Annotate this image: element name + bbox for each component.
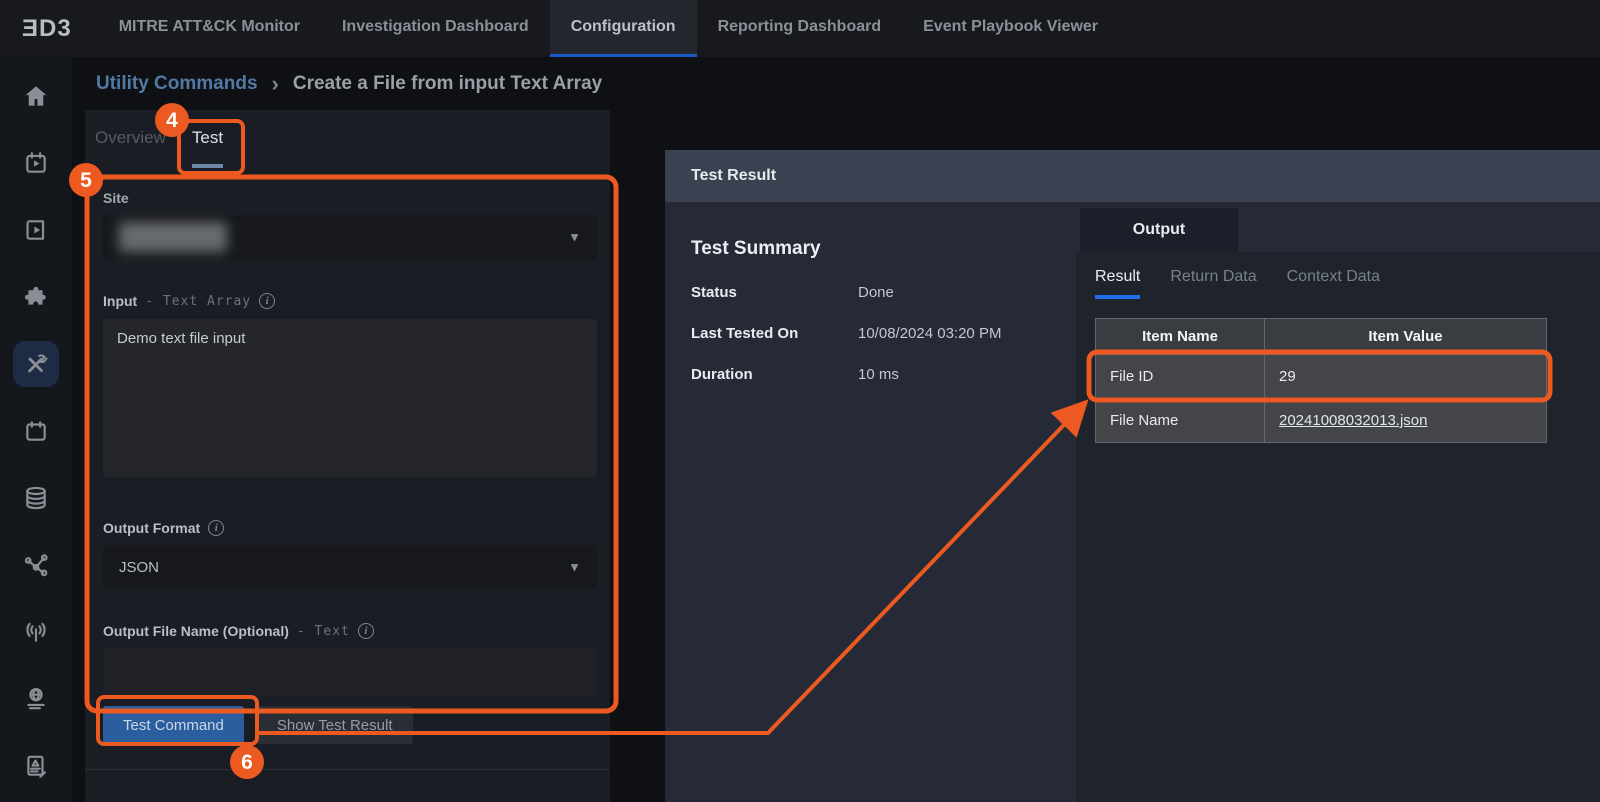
- tools-icon: [23, 351, 49, 377]
- file-id-name-cell: File ID: [1096, 355, 1265, 399]
- summary-row-status: Status Done: [691, 284, 1001, 301]
- page-title: Create a File from input Text Array: [293, 73, 602, 95]
- output-format-value: JSON: [119, 559, 159, 576]
- sidebar-item-utility-commands[interactable]: [13, 341, 59, 387]
- info-icon[interactable]: i: [259, 293, 275, 309]
- section-divider: [85, 769, 610, 770]
- status-label: Status: [691, 284, 858, 301]
- file-id-value-cell: 29: [1265, 355, 1547, 399]
- nav-event-playbook-viewer[interactable]: Event Playbook Viewer: [902, 0, 1119, 57]
- database-icon: [23, 485, 49, 511]
- tab-result[interactable]: Result: [1095, 268, 1140, 299]
- playbook-icon: [23, 217, 49, 243]
- output-section: Result Return Data Context Data Item Nam…: [1076, 252, 1600, 802]
- nav-reporting-dashboard[interactable]: Reporting Dashboard: [697, 0, 903, 57]
- test-summary-title: Test Summary: [691, 238, 1001, 260]
- input-type-hint: - Text Array: [145, 294, 251, 309]
- info-icon[interactable]: i: [358, 623, 374, 639]
- top-nav-items: MITRE ATT&CK Monitor Investigation Dashb…: [98, 0, 1119, 57]
- command-tabs: Overview Test: [85, 110, 610, 168]
- input-textarea[interactable]: Demo text file input: [103, 319, 597, 477]
- test-result-header: Test Result: [665, 150, 1600, 202]
- table-header-row: Item Name Item Value: [1096, 319, 1547, 355]
- output-file-name-type-hint: - Text: [297, 624, 350, 639]
- test-result-body: Test Summary Status Done Last Tested On …: [665, 202, 1600, 802]
- caret-down-icon: ▼: [568, 560, 581, 575]
- sidebar: [0, 57, 72, 802]
- last-tested-value: 10/08/2024 03:20 PM: [858, 325, 1001, 342]
- nav-configuration[interactable]: Configuration: [550, 0, 697, 57]
- input-label: Input: [103, 293, 137, 309]
- duration-label: Duration: [691, 366, 858, 383]
- chevron-right-icon: ›: [272, 71, 279, 97]
- command-test-panel: Overview Test Site ▼ Input - Text Array …: [85, 110, 610, 802]
- table-row-file-id: File ID 29: [1096, 355, 1547, 399]
- test-form: Site ▼ Input - Text Array i Demo text fi…: [85, 168, 610, 770]
- top-nav: ƎD3 MITRE ATT&CK Monitor Investigation D…: [0, 0, 1600, 57]
- last-tested-label: Last Tested On: [691, 325, 858, 342]
- puzzle-icon: [23, 284, 49, 310]
- nav-investigation-dashboard[interactable]: Investigation Dashboard: [321, 0, 550, 57]
- document-edit-icon: [23, 753, 49, 779]
- antenna-icon: [23, 619, 49, 645]
- tab-return-data[interactable]: Return Data: [1170, 268, 1256, 299]
- item-name-header: Item Name: [1096, 319, 1265, 355]
- test-summary: Test Summary Status Done Last Tested On …: [691, 238, 1001, 383]
- file-name-name-cell: File Name: [1096, 399, 1265, 443]
- output-format-label: Output Format: [103, 520, 200, 536]
- item-value-header: Item Value: [1265, 319, 1547, 355]
- breadcrumb-parent-link[interactable]: Utility Commands: [96, 73, 258, 95]
- nav-mitre-attck-monitor[interactable]: MITRE ATT&CK Monitor: [98, 0, 321, 57]
- breadcrumb: Utility Commands › Create a File from in…: [96, 57, 602, 111]
- summary-row-last-tested: Last Tested On 10/08/2024 03:20 PM: [691, 325, 1001, 342]
- output-file-name-label: Output File Name (Optional): [103, 623, 289, 639]
- calendar-play-icon: [23, 150, 49, 176]
- file-name-value-cell: 20241008032013.json: [1265, 399, 1547, 443]
- tab-context-data[interactable]: Context Data: [1287, 268, 1380, 299]
- sidebar-item-geolocation[interactable]: [13, 676, 59, 722]
- sidebar-item-scheduled-playbooks[interactable]: [13, 140, 59, 186]
- info-icon[interactable]: i: [208, 520, 224, 536]
- site-label: Site: [103, 190, 597, 206]
- output-file-name-input[interactable]: [103, 648, 597, 696]
- tab-output[interactable]: Output: [1080, 208, 1238, 252]
- summary-row-duration: Duration 10 ms: [691, 366, 1001, 383]
- sidebar-item-link-analysis[interactable]: [13, 542, 59, 588]
- globe-lines-icon: [23, 686, 49, 712]
- sidebar-item-data-management[interactable]: [13, 475, 59, 521]
- sidebar-item-event-calendar[interactable]: [13, 408, 59, 454]
- test-command-button[interactable]: Test Command: [103, 706, 244, 744]
- calendar-icon: [23, 418, 49, 444]
- caret-down-icon: ▼: [568, 230, 581, 245]
- show-test-result-button[interactable]: Show Test Result: [257, 706, 413, 744]
- sidebar-item-incident-forms[interactable]: [13, 743, 59, 789]
- output-result-tabs: Result Return Data Context Data: [1076, 252, 1600, 299]
- site-select[interactable]: ▼: [103, 215, 597, 259]
- sidebar-item-listener[interactable]: [13, 609, 59, 655]
- sidebar-item-integrations[interactable]: [13, 274, 59, 320]
- sidebar-item-playbooks[interactable]: [13, 207, 59, 253]
- result-table: Item Name Item Value File ID 29 File Nam…: [1095, 318, 1547, 443]
- table-row-file-name: File Name 20241008032013.json: [1096, 399, 1547, 443]
- sidebar-item-home[interactable]: [13, 73, 59, 119]
- screen: ƎD3 MITRE ATT&CK Monitor Investigation D…: [0, 0, 1600, 802]
- duration-value: 10 ms: [858, 366, 899, 383]
- d3-logo: ƎD3: [0, 0, 98, 57]
- site-value-redacted: [119, 222, 227, 252]
- test-result-panel: Test Result Test Summary Status Done Las…: [665, 150, 1600, 802]
- tab-overview[interactable]: Overview: [95, 128, 166, 168]
- home-icon: [23, 83, 49, 109]
- file-name-link[interactable]: 20241008032013.json: [1279, 412, 1427, 429]
- output-format-select[interactable]: JSON ▼: [103, 545, 597, 589]
- status-value: Done: [858, 284, 894, 301]
- tab-test[interactable]: Test: [192, 128, 223, 168]
- share-nodes-icon: [23, 552, 49, 578]
